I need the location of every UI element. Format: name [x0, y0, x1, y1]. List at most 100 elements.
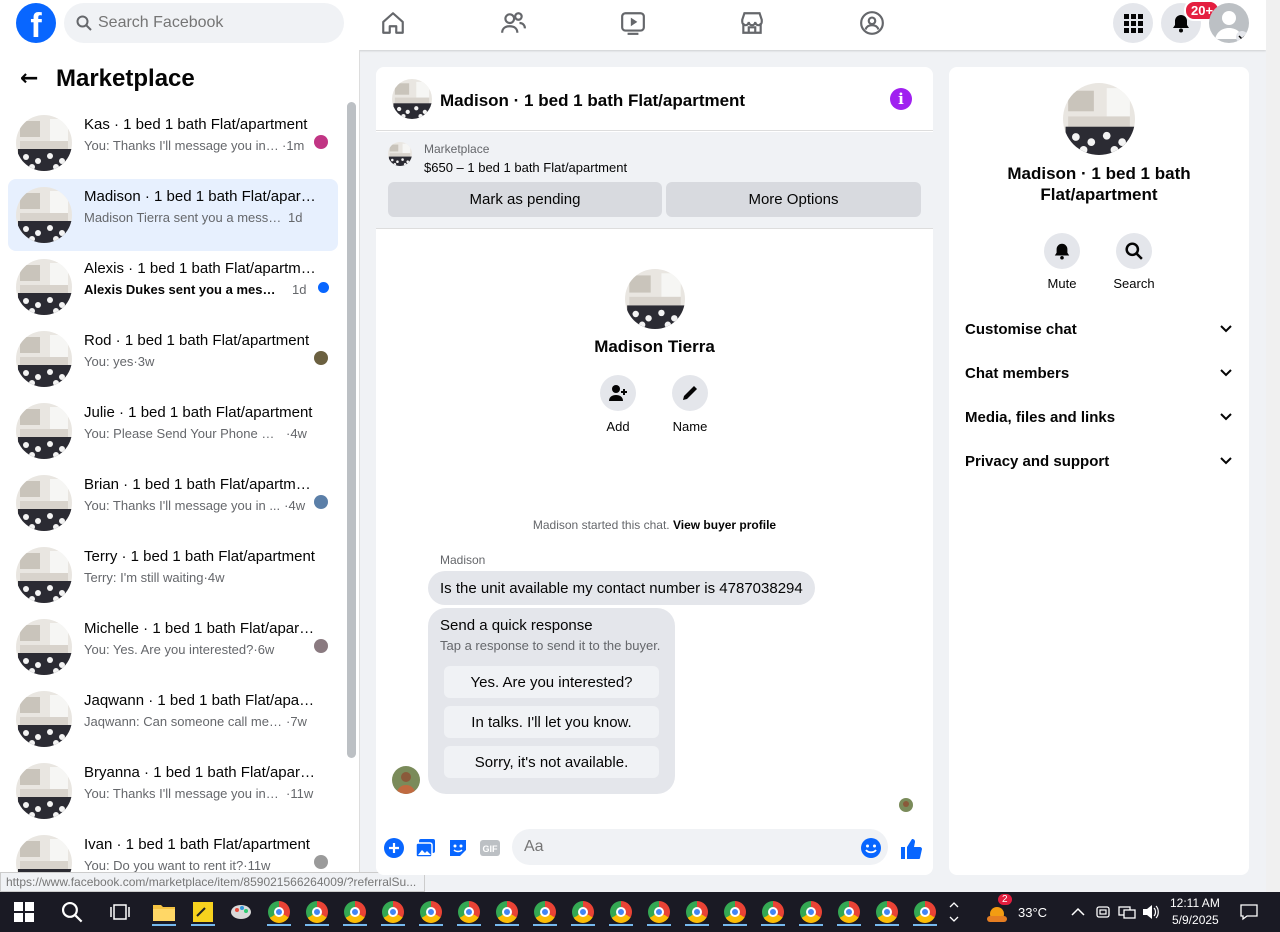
more-options-button[interactable]: More Options: [666, 182, 921, 217]
meet-now-icon[interactable]: [1092, 898, 1114, 926]
chrome-profile-7-icon[interactable]: [493, 898, 521, 926]
chrome-profile-4-icon[interactable]: [379, 898, 407, 926]
conversation-title: Rod · 1 bed 1 bath Flat/apartment: [84, 332, 310, 349]
sidebar-scrollbar[interactable]: [347, 102, 356, 758]
volume-icon[interactable]: [1139, 898, 1163, 926]
chat-details-panel: Madison · 1 bed 1 bath Flat/apartment Mu…: [949, 67, 1249, 875]
buyer-avatar[interactable]: [625, 269, 685, 329]
listing-thumbnail: [16, 619, 72, 675]
privacy-support-section[interactable]: Privacy and support: [965, 439, 1233, 483]
conversation-title: Ivan · 1 bed 1 bath Flat/apartment: [84, 836, 310, 853]
conversation-item-active[interactable]: Madison · 1 bed 1 bath Flat/apartment Ma…: [8, 179, 338, 251]
task-view-icon[interactable]: [106, 898, 134, 926]
conversation-item[interactable]: Julie · 1 bed 1 bath Flat/apartment You:…: [8, 395, 338, 467]
sticky-notes-icon[interactable]: [189, 898, 217, 926]
clock-time[interactable]: 12:11 AM: [1170, 896, 1220, 910]
conversation-item[interactable]: Alexis · 1 bed 1 bath Flat/apartment Ale…: [8, 251, 338, 323]
mute-action[interactable]: Mute: [1032, 233, 1092, 291]
taskbar-overflow-chevron-icon[interactable]: [944, 898, 964, 926]
groups-icon[interactable]: [852, 4, 892, 42]
bell-icon[interactable]: [1044, 233, 1080, 269]
chrome-profile-13-icon[interactable]: [721, 898, 749, 926]
sticker-icon[interactable]: [447, 837, 469, 859]
plus-circle-icon[interactable]: [383, 837, 405, 859]
back-arrow-icon[interactable]: ←: [20, 66, 38, 91]
message-bubble[interactable]: Is the unit available my contact number …: [428, 571, 815, 605]
profile-avatar[interactable]: [1209, 3, 1249, 43]
conversation-item[interactable]: Kas · 1 bed 1 bath Flat/apartment You: T…: [8, 107, 338, 179]
media-files-links-section[interactable]: Media, files and links: [965, 395, 1233, 439]
listing-thumbnail: [16, 331, 72, 387]
chrome-profile-9-icon[interactable]: [569, 898, 597, 926]
conversation-item[interactable]: Brian · 1 bed 1 bath Flat/apartment You:…: [8, 467, 338, 539]
emoji-icon[interactable]: [860, 837, 882, 859]
photo-icon[interactable]: [415, 837, 437, 859]
chrome-profile-5-icon[interactable]: [417, 898, 445, 926]
chrome-profile-16-icon[interactable]: [835, 898, 863, 926]
listing-thumbnail[interactable]: [392, 79, 432, 119]
marketplace-icon[interactable]: [732, 4, 772, 42]
quick-response-in-talks-button[interactable]: In talks. I'll let you know.: [444, 706, 659, 738]
chrome-profile-3-icon[interactable]: [341, 898, 369, 926]
conversation-item[interactable]: Terry · 1 bed 1 bath Flat/apartment Terr…: [8, 539, 338, 611]
conversation-item[interactable]: Bryanna · 1 bed 1 bath Flat/apartment Yo…: [8, 755, 338, 827]
conversation-preview: You: Yes. Are you interested? ·6w: [84, 642, 275, 657]
add-action[interactable]: Add: [588, 375, 648, 434]
chrome-profile-6-icon[interactable]: [455, 898, 483, 926]
conversation-title: Brian · 1 bed 1 bath Flat/apartment: [84, 476, 316, 493]
details-avatar[interactable]: [1063, 83, 1135, 155]
chat-members-section[interactable]: Chat members: [965, 351, 1233, 395]
chrome-profile-10-icon[interactable]: [607, 898, 635, 926]
chrome-profile-1-icon[interactable]: [265, 898, 293, 926]
clock-date[interactable]: 5/9/2025: [1172, 913, 1219, 927]
menu-grid-icon[interactable]: [1113, 3, 1153, 43]
search-icon[interactable]: [1116, 233, 1152, 269]
chrome-profile-2-icon[interactable]: [303, 898, 331, 926]
page-scrollbar[interactable]: [1266, 0, 1280, 892]
network-icon[interactable]: [1115, 898, 1139, 926]
chrome-profile-12-icon[interactable]: [683, 898, 711, 926]
chrome-profile-15-icon[interactable]: [797, 898, 825, 926]
search-icon[interactable]: [58, 898, 86, 926]
sidebar-header: ← Marketplace: [0, 50, 359, 106]
conversation-title: Alexis · 1 bed 1 bath Flat/apartment: [84, 260, 316, 277]
facebook-logo[interactable]: f: [16, 3, 56, 43]
mark-as-pending-button[interactable]: Mark as pending: [388, 182, 662, 217]
conversation-item[interactable]: Michelle · 1 bed 1 bath Flat/apartment Y…: [8, 611, 338, 683]
pencil-icon[interactable]: [672, 375, 708, 411]
notification-center-icon[interactable]: [1235, 898, 1263, 926]
add-person-icon[interactable]: [600, 375, 636, 411]
quick-response-not-available-button[interactable]: Sorry, it's not available.: [444, 746, 659, 778]
tray-chevron-up-icon[interactable]: [1066, 898, 1090, 926]
conversation-item[interactable]: Jaqwann · 1 bed 1 bath Flat/apartment Ja…: [8, 683, 338, 755]
listing-price[interactable]: $650 – 1 bed 1 bath Flat/apartment: [424, 160, 627, 175]
paint-app-icon[interactable]: [227, 898, 255, 926]
file-explorer-icon[interactable]: [150, 898, 178, 926]
chrome-profile-17-icon[interactable]: [873, 898, 901, 926]
conversation-title: Bryanna · 1 bed 1 bath Flat/apartment: [84, 764, 316, 781]
windows-start-icon[interactable]: [10, 898, 38, 926]
conversation-item[interactable]: Rod · 1 bed 1 bath Flat/apartment You: y…: [8, 323, 338, 395]
video-icon[interactable]: [613, 4, 653, 42]
view-buyer-profile-link[interactable]: View buyer profile: [673, 518, 776, 532]
quick-response-title: Send a quick response: [440, 617, 593, 634]
customise-chat-section[interactable]: Customise chat: [965, 307, 1233, 351]
search-box[interactable]: [64, 3, 344, 43]
search-action[interactable]: Search: [1104, 233, 1164, 291]
chrome-profile-11-icon[interactable]: [645, 898, 673, 926]
home-icon[interactable]: [373, 4, 413, 42]
chrome-profile-14-icon[interactable]: [759, 898, 787, 926]
chrome-profile-8-icon[interactable]: [531, 898, 559, 926]
temperature[interactable]: 33°C: [1018, 905, 1047, 920]
friends-icon[interactable]: [493, 4, 533, 42]
thumbs-up-icon[interactable]: [899, 837, 923, 859]
message-input[interactable]: [512, 829, 888, 865]
sender-avatar[interactable]: [392, 766, 420, 794]
name-action[interactable]: Name: [660, 375, 720, 434]
gif-icon[interactable]: GIF: [479, 837, 501, 859]
quick-response-yes-button[interactable]: Yes. Are you interested?: [444, 666, 659, 698]
search-input[interactable]: [98, 14, 318, 32]
chat-title[interactable]: Madison · 1 bed 1 bath Flat/apartment: [440, 91, 745, 111]
chrome-profile-18-icon[interactable]: [911, 898, 939, 926]
info-icon[interactable]: i: [890, 88, 912, 110]
